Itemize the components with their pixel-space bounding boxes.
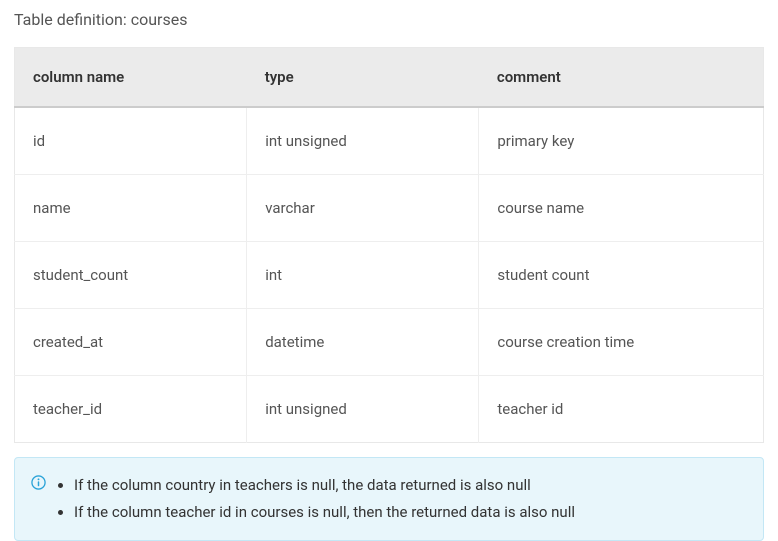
info-item: If the column teacher id in courses is n…	[74, 499, 575, 526]
table-row: created_at datetime course creation time	[15, 309, 764, 376]
cell-comment: course name	[479, 175, 764, 242]
header-type: type	[247, 48, 479, 108]
info-list: If the column country in teachers is nul…	[54, 472, 575, 526]
cell-comment: student count	[479, 242, 764, 309]
cell-type: int unsigned	[247, 107, 479, 175]
cell-type: int	[247, 242, 479, 309]
cell-type: varchar	[247, 175, 479, 242]
info-item: If the column country in teachers is nul…	[74, 472, 575, 499]
table-row: teacher_id int unsigned teacher id	[15, 376, 764, 443]
header-comment: comment	[479, 48, 764, 108]
cell-column-name: teacher_id	[15, 376, 247, 443]
cell-comment: teacher id	[479, 376, 764, 443]
table-definition-title: Table definition: courses	[14, 10, 764, 29]
cell-column-name: created_at	[15, 309, 247, 376]
cell-type: int unsigned	[247, 376, 479, 443]
cell-column-name: student_count	[15, 242, 247, 309]
cell-comment: course creation time	[479, 309, 764, 376]
header-row: column name type comment	[15, 48, 764, 108]
header-column-name: column name	[15, 48, 247, 108]
info-box: If the column country in teachers is nul…	[14, 457, 764, 541]
info-icon	[31, 475, 46, 490]
cell-comment: primary key	[479, 107, 764, 175]
schema-table: column name type comment id int unsigned…	[14, 47, 764, 443]
cell-column-name: id	[15, 107, 247, 175]
table-row: id int unsigned primary key	[15, 107, 764, 175]
cell-column-name: name	[15, 175, 247, 242]
cell-type: datetime	[247, 309, 479, 376]
table-row: name varchar course name	[15, 175, 764, 242]
table-row: student_count int student count	[15, 242, 764, 309]
